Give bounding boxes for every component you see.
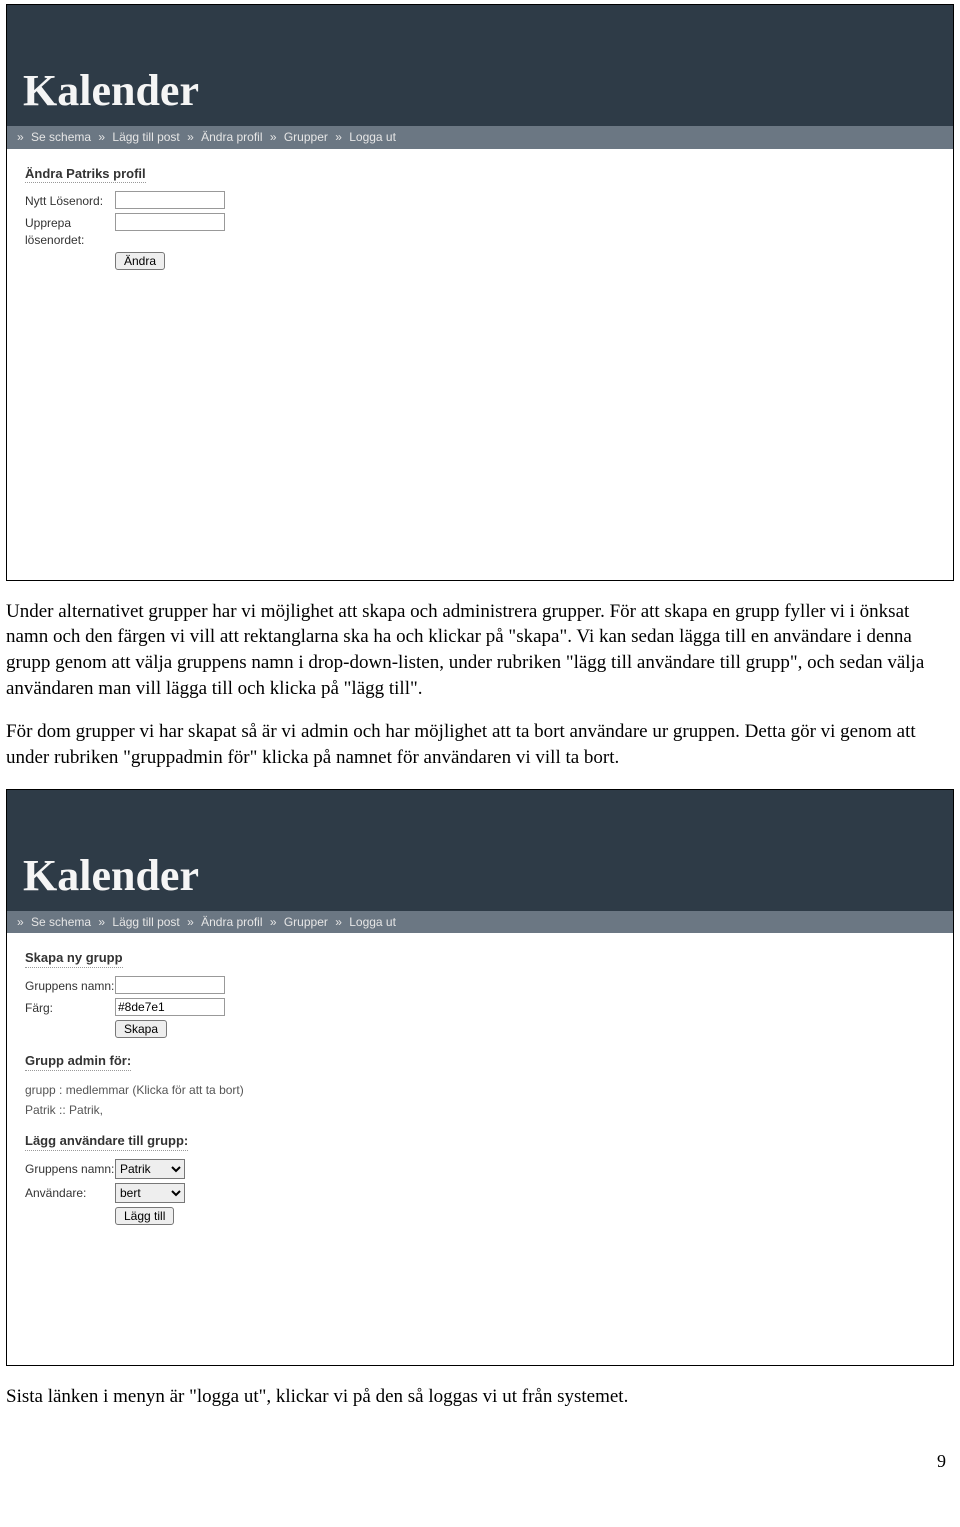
row-add-submit: Lägg till: [115, 1207, 935, 1225]
screenshot-groups: Kalender » Se schema » Lägg till post » …: [6, 789, 954, 1366]
create-group-title: Skapa ny grupp: [25, 949, 123, 968]
paragraph-groups-intro: Under alternativet grupper har vi möjlig…: [6, 599, 954, 702]
blank-area: [7, 280, 953, 580]
screenshot-edit-profile: Kalender » Se schema » Lägg till post » …: [6, 4, 954, 581]
input-new-password[interactable]: [115, 191, 225, 209]
label-group-color: Färg:: [25, 998, 115, 1016]
nav-lagg-till-post[interactable]: Lägg till post: [112, 130, 179, 144]
button-andra[interactable]: Ändra: [115, 252, 165, 270]
row-add-group: Gruppens namn: Patrik: [25, 1159, 935, 1179]
groups-form-area: Skapa ny grupp Gruppens namn: Färg: Skap…: [7, 933, 953, 1234]
input-group-color[interactable]: [115, 998, 225, 1016]
nav2-andra-profil[interactable]: Ändra profil: [201, 915, 262, 929]
row-add-user: Användare: bert: [25, 1183, 935, 1203]
input-repeat-password[interactable]: [115, 213, 225, 231]
row-group-color: Färg:: [25, 998, 935, 1016]
label-repeat-password: Upprepa lösenordet:: [25, 213, 115, 247]
paragraph-logout: Sista länken i menyn är "logga ut", klic…: [6, 1384, 954, 1410]
main-nav: » Se schema » Lägg till post » Ändra pro…: [7, 126, 953, 148]
nav2-lagg-till-post[interactable]: Lägg till post: [112, 915, 179, 929]
app-title-2: Kalender: [23, 846, 937, 905]
input-group-name[interactable]: [115, 976, 225, 994]
paragraph-admin-info: För dom grupper vi har skapat så är vi a…: [6, 719, 954, 770]
add-user-title: Lägg användare till grupp:: [25, 1132, 188, 1151]
row-submit: Ändra: [115, 252, 935, 270]
app-header-2: Kalender: [7, 840, 953, 911]
label-add-group: Gruppens namn:: [25, 1159, 115, 1177]
profile-form-area: Ändra Patriks profil Nytt Lösenord: Uppr…: [7, 149, 953, 280]
label-add-user: Användare:: [25, 1183, 115, 1201]
main-nav-2: » Se schema » Lägg till post » Ändra pro…: [7, 911, 953, 933]
button-lagg-till[interactable]: Lägg till: [115, 1207, 174, 1225]
nav2-grupper[interactable]: Grupper: [284, 915, 328, 929]
header-spacer: [7, 5, 953, 55]
label-new-password: Nytt Lösenord:: [25, 191, 115, 209]
button-skapa[interactable]: Skapa: [115, 1020, 167, 1038]
row-new-password: Nytt Lösenord:: [25, 191, 935, 209]
select-user[interactable]: bert: [115, 1183, 185, 1203]
row-repeat-password: Upprepa lösenordet:: [25, 213, 935, 247]
page-number: 9: [6, 1449, 954, 1473]
nav-logga-ut[interactable]: Logga ut: [349, 130, 396, 144]
nav2-se-schema[interactable]: Se schema: [31, 915, 91, 929]
blank-area-2: [7, 1235, 953, 1365]
admin-members[interactable]: Patrik :: Patrik,: [25, 1102, 935, 1118]
nav-se-schema[interactable]: Se schema: [31, 130, 91, 144]
select-group[interactable]: Patrik: [115, 1159, 185, 1179]
header-spacer-2: [7, 790, 953, 840]
admin-for-title: Grupp admin för:: [25, 1052, 131, 1071]
nav-andra-profil[interactable]: Ändra profil: [201, 130, 262, 144]
nav-grupper[interactable]: Grupper: [284, 130, 328, 144]
row-create-submit: Skapa: [115, 1020, 935, 1038]
label-group-name: Gruppens namn:: [25, 976, 115, 994]
profile-section-title: Ändra Patriks profil: [25, 165, 146, 184]
nav2-logga-ut[interactable]: Logga ut: [349, 915, 396, 929]
row-group-name: Gruppens namn:: [25, 976, 935, 994]
app-title: Kalender: [23, 61, 937, 120]
admin-hint: grupp : medlemmar (Klicka för att ta bor…: [25, 1082, 935, 1098]
app-header: Kalender: [7, 55, 953, 126]
